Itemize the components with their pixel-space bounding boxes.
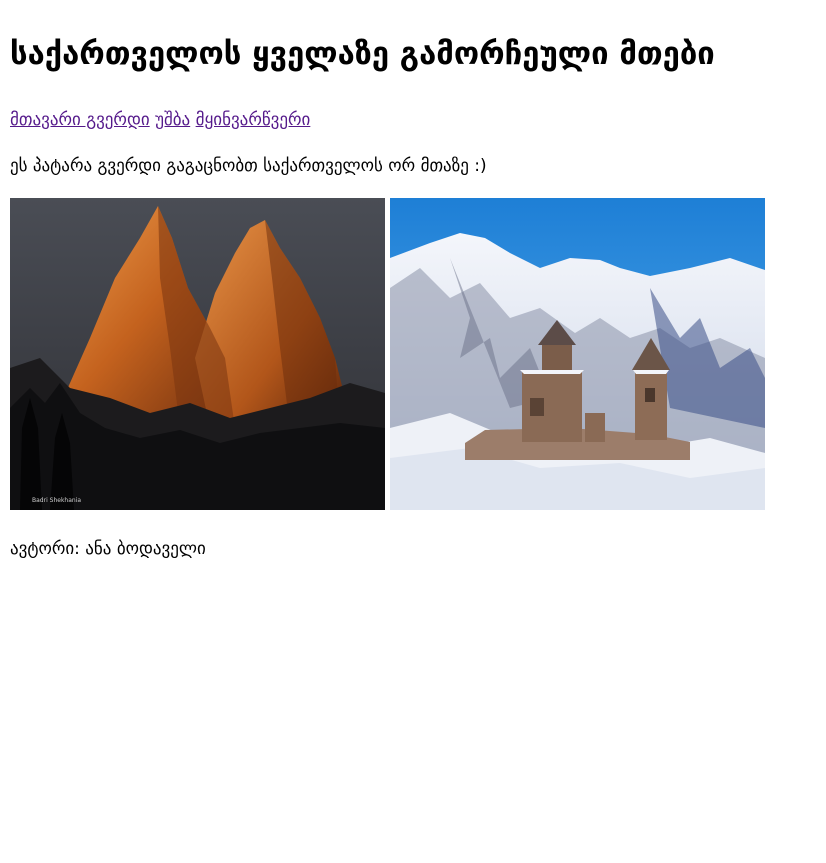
- author-text: ავტორი: ანა ბოდაველი: [10, 539, 206, 559]
- nav-links: მთავარი გვერდი უშბა მყინვარწვერი: [10, 108, 310, 132]
- ushba-watermark: Badri Shekhania: [32, 497, 81, 504]
- image-gallery: Badri Shekhania: [10, 198, 770, 510]
- nav-link-kazbek[interactable]: მყინვარწვერი: [196, 110, 311, 130]
- ushba-photo: Badri Shekhania: [10, 198, 385, 510]
- nav-link-ushba[interactable]: უშბა: [155, 110, 190, 130]
- intro-text: ეს პატარა გვერდი გაგაცნობთ საქართველოს ო…: [10, 156, 487, 176]
- kazbek-photo: [390, 198, 765, 510]
- page-title: საქართველოს ყველაზე გამორჩეული მთები: [10, 36, 715, 72]
- nav-link-home[interactable]: მთავარი გვერდი: [10, 110, 150, 130]
